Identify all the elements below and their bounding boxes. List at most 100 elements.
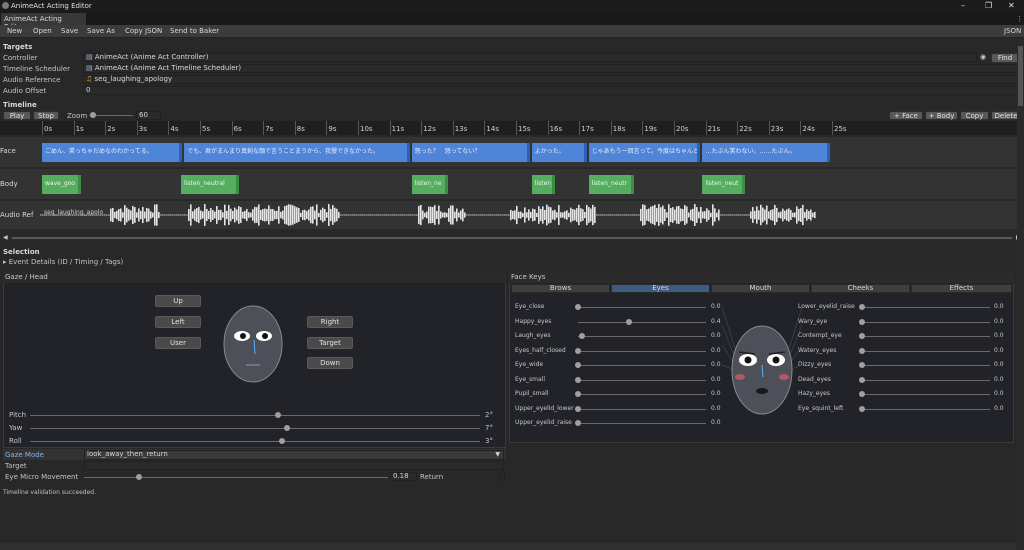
gaze-slider-handle[interactable] (279, 438, 285, 444)
face-event-clip[interactable]: …たぶん笑わない。……たぶん。 (702, 143, 830, 162)
event-details-foldout[interactable]: ▸ Event Details (ID / Timing / Tags) (3, 258, 123, 266)
face-key-slider[interactable] (578, 307, 706, 308)
gaze-user-button[interactable]: User (155, 337, 201, 349)
scroll-left-icon[interactable]: ◀ (3, 234, 8, 241)
scrollbar-thumb[interactable] (12, 237, 1012, 239)
face-event-clip[interactable]: 怒った？ 怒ってない？ (411, 143, 530, 162)
open-button[interactable]: Open (33, 27, 52, 35)
bottom-scrollbar[interactable] (0, 543, 1016, 550)
target-field[interactable] (84, 461, 504, 470)
find-button[interactable]: Find (991, 53, 1019, 63)
face-key-handle[interactable] (578, 333, 585, 339)
face-key-slider[interactable] (578, 365, 706, 366)
body-event-clip[interactable]: listen_ (531, 175, 556, 194)
eye-micro-movement-slider[interactable] (84, 477, 388, 478)
send-to-baker-button[interactable]: Send to Baker (170, 27, 219, 35)
save-as-button[interactable]: Save As (87, 27, 115, 35)
editor-tab[interactable]: AnimeAct Acting Editor (1, 13, 86, 31)
face-key-slider[interactable] (578, 350, 706, 352)
face-key-handle[interactable] (575, 420, 581, 426)
maximize-icon[interactable]: ❐ (985, 2, 992, 10)
body-event-clip[interactable]: listen_neut (702, 175, 745, 194)
zoom-value-field[interactable]: 60 (136, 111, 161, 120)
face-key-handle[interactable] (859, 318, 865, 325)
tab-eyes[interactable]: Eyes (611, 284, 710, 293)
face-key-handle[interactable] (575, 376, 581, 383)
tab-cheeks[interactable]: Cheeks (811, 284, 910, 293)
face-key-handle[interactable] (859, 333, 865, 339)
play-button[interactable]: Play (3, 111, 31, 120)
face-key-handle[interactable] (859, 347, 865, 354)
eye-micro-movement-handle[interactable] (135, 474, 142, 480)
page-scrollbar[interactable] (1017, 38, 1024, 550)
face-key-slider[interactable] (578, 379, 706, 381)
face-key-handle[interactable] (859, 391, 865, 397)
tab-brows[interactable]: Brows (511, 284, 610, 293)
gaze-slider-handle[interactable] (283, 425, 290, 431)
gaze-left-button[interactable]: Left (155, 316, 201, 328)
audio-offset-field[interactable]: 0 (83, 86, 1018, 95)
gaze-down-button[interactable]: Down (307, 357, 353, 369)
face-key-handle[interactable] (859, 304, 865, 310)
new-button[interactable]: New (7, 27, 22, 35)
face-key-handle[interactable] (859, 376, 865, 383)
zoom-slider-handle[interactable] (90, 112, 97, 118)
time-ruler[interactable] (0, 121, 1024, 135)
eye-micro-movement-value[interactable]: 0.18 (390, 472, 417, 481)
gaze-slider[interactable] (30, 441, 480, 442)
body-event-clip[interactable]: listen_ne (411, 175, 448, 194)
face-key-slider[interactable] (862, 365, 990, 366)
face-key-handle[interactable] (626, 318, 633, 325)
face-event-clip[interactable]: ごめん、笑っちゃだめなのわかってる。 (42, 143, 183, 162)
face-key-slider[interactable] (578, 423, 706, 424)
face-key-handle[interactable] (575, 391, 581, 397)
face-key-slider[interactable] (578, 394, 706, 395)
face-key-handle[interactable] (575, 304, 581, 310)
face-event-clip[interactable]: でも、君がまんまり真剣な顔で言うことまうから、我慢できなかった。 (184, 143, 410, 162)
tab-mouth[interactable]: Mouth (711, 284, 810, 293)
add-body-button[interactable]: + Body (925, 111, 958, 120)
face-key-slider[interactable] (578, 321, 706, 323)
face-key-slider[interactable] (578, 408, 706, 410)
face-event-clip[interactable]: じゃあもう一回言って。今度はちゃんと聞く。 (588, 143, 701, 162)
face-key-slider[interactable] (862, 379, 990, 381)
stop-button[interactable]: Stop (33, 111, 59, 120)
body-track[interactable] (0, 169, 1024, 199)
save-button[interactable]: Save (61, 27, 78, 35)
face-event-clip[interactable]: よかった。 (531, 143, 587, 162)
face-key-slider[interactable] (862, 336, 990, 337)
face-key-slider[interactable] (862, 408, 990, 410)
more-icon[interactable]: ⋮ (1016, 15, 1023, 23)
gaze-up-button[interactable]: Up (155, 295, 201, 307)
page-scrollbar-thumb[interactable] (1018, 46, 1023, 106)
body-event-clip[interactable]: listen_neutr (588, 175, 635, 194)
face-key-handle[interactable] (575, 362, 581, 368)
gaze-right-button[interactable]: Right (307, 316, 353, 328)
gaze-target-button[interactable]: Target (307, 337, 353, 349)
face-key-handle[interactable] (859, 405, 865, 412)
body-event-clip[interactable]: listen_neutral (181, 175, 240, 194)
tab-effects[interactable]: Effects (911, 284, 1012, 293)
minimize-icon[interactable]: – (961, 2, 965, 10)
gaze-slider-handle[interactable] (274, 412, 281, 418)
gaze-mode-dropdown[interactable]: look_away_then_return ▼ (84, 450, 504, 460)
gaze-slider[interactable] (30, 428, 480, 429)
add-face-button[interactable]: + Face (889, 111, 923, 120)
face-key-handle[interactable] (575, 347, 581, 354)
copy-button[interactable]: Copy (960, 111, 989, 120)
return-toggle[interactable] (500, 472, 505, 481)
face-key-slider[interactable] (862, 321, 990, 323)
face-key-slider[interactable] (862, 307, 990, 308)
face-key-handle[interactable] (859, 362, 865, 368)
close-icon[interactable]: ✕ (1008, 2, 1015, 10)
target-picker-icon[interactable]: ◉ (980, 53, 986, 61)
json-button[interactable]: JSON (1004, 27, 1021, 35)
copy-json-button[interactable]: Copy JSON (125, 27, 162, 35)
scheduler-field[interactable]: ▤ AnimeAct (Anime Act Timeline Scheduler… (83, 64, 1018, 73)
face-key-slider[interactable] (578, 336, 706, 337)
face-key-handle[interactable] (575, 405, 581, 412)
body-event-clip[interactable]: wave_goo (42, 175, 82, 194)
controller-field[interactable]: ▤ AnimeAct (Anime Act Controller) (83, 53, 977, 62)
audio-reference-field[interactable]: ♫ seq_laughing_apology (83, 75, 1018, 84)
face-key-slider[interactable] (862, 350, 990, 352)
